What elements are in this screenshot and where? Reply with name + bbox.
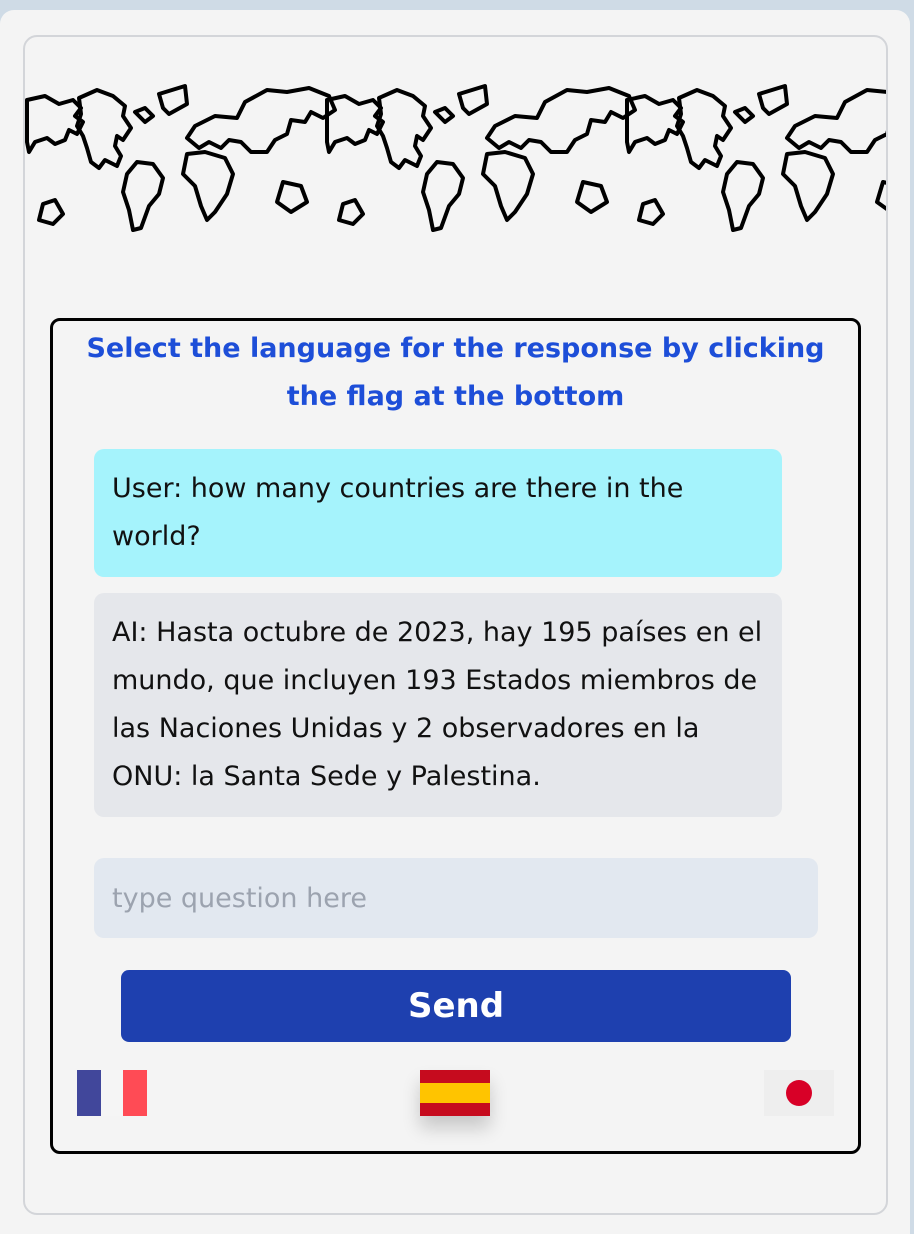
app-frame: Select the language for the response by … <box>23 35 888 1215</box>
question-input[interactable] <box>94 858 818 938</box>
user-message: User: how many countries are there in th… <box>94 449 782 577</box>
language-instruction: Select the language for the response by … <box>86 333 825 412</box>
france-flag-button[interactable] <box>77 1070 147 1116</box>
france-flag-icon <box>77 1070 147 1116</box>
japan-flag-button[interactable] <box>764 1070 834 1116</box>
japan-flag-icon <box>764 1070 834 1116</box>
chat-card: Select the language for the response by … <box>50 318 861 1154</box>
app-page: Select the language for the response by … <box>0 10 910 1234</box>
spain-flag-button[interactable] <box>420 1070 490 1116</box>
world-map-banner-icon <box>25 84 886 232</box>
spain-flag-icon <box>420 1070 490 1116</box>
ai-message: AI: Hasta octubre de 2023, hay 195 paíse… <box>94 593 782 817</box>
send-button[interactable]: Send <box>121 970 791 1042</box>
